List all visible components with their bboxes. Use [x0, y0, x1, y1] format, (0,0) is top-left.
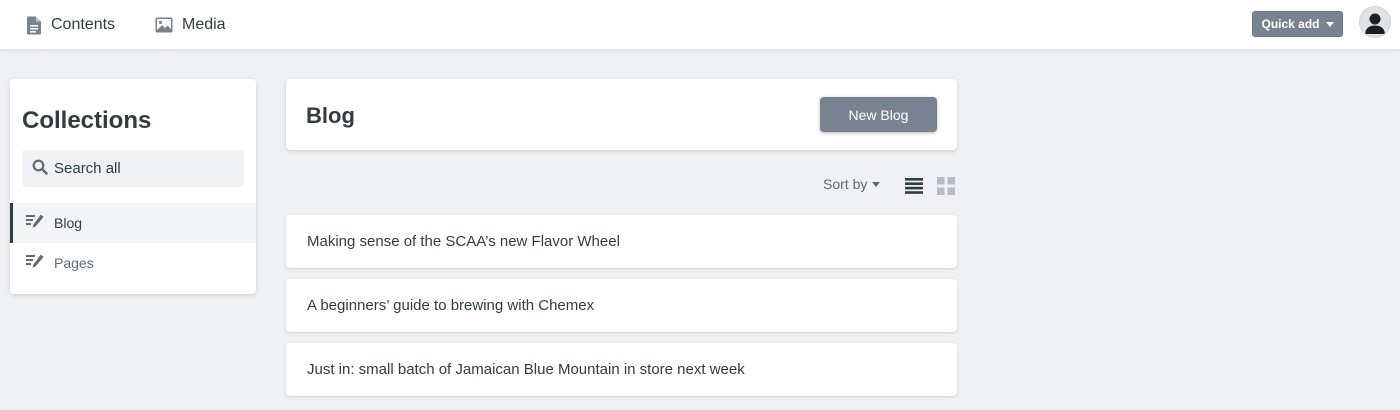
sidebar-item-pages[interactable]: Pages — [10, 243, 256, 283]
chevron-down-icon — [1325, 21, 1334, 27]
search-icon — [32, 159, 48, 179]
sort-by-label: Sort by — [823, 176, 868, 192]
entry-title: Making sense of the SCAA’s new Flavor Wh… — [307, 233, 620, 250]
document-icon — [26, 16, 42, 35]
grid-view-icon[interactable] — [937, 177, 955, 200]
search-placeholder: Search all — [54, 160, 121, 177]
nav-contents[interactable]: Contents — [26, 0, 115, 50]
list-view-icon[interactable] — [905, 178, 923, 199]
entry-title: Just in: small batch of Jamaican Blue Mo… — [307, 361, 745, 378]
top-navigation-bar: Contents Media Quick add — [0, 0, 1400, 50]
nav-media[interactable]: Media — [155, 0, 226, 50]
sidebar-item-blog[interactable]: Blog — [10, 203, 256, 243]
quick-add-button[interactable]: Quick add — [1252, 11, 1343, 37]
collection-header: Blog New Blog — [286, 79, 957, 150]
sidebar-title: Collections — [22, 107, 152, 134]
entry-title: A beginners’ guide to brewing with Cheme… — [307, 297, 595, 314]
collections-sidebar: Collections Search all Blog Pages — [10, 79, 256, 294]
page-title: Blog — [306, 103, 355, 128]
nav-contents-label: Contents — [51, 16, 116, 33]
user-avatar-icon[interactable] — [1359, 6, 1391, 38]
list-item[interactable]: A beginners’ guide to brewing with Cheme… — [286, 279, 957, 332]
image-icon — [155, 17, 173, 33]
edit-list-icon — [26, 214, 44, 233]
edit-list-icon — [26, 254, 44, 273]
list-item[interactable]: Just in: small batch of Jamaican Blue Mo… — [286, 343, 957, 396]
sort-by-dropdown[interactable]: Sort by — [823, 176, 881, 192]
list-item[interactable]: Making sense of the SCAA’s new Flavor Wh… — [286, 215, 957, 268]
quick-add-label: Quick add — [1261, 17, 1320, 31]
new-blog-button[interactable]: New Blog — [820, 97, 937, 132]
chevron-down-icon — [872, 181, 881, 187]
search-input[interactable]: Search all — [22, 150, 244, 187]
sidebar-item-label: Blog — [54, 215, 83, 231]
nav-media-label: Media — [182, 16, 226, 33]
sidebar-item-label: Pages — [54, 255, 94, 271]
